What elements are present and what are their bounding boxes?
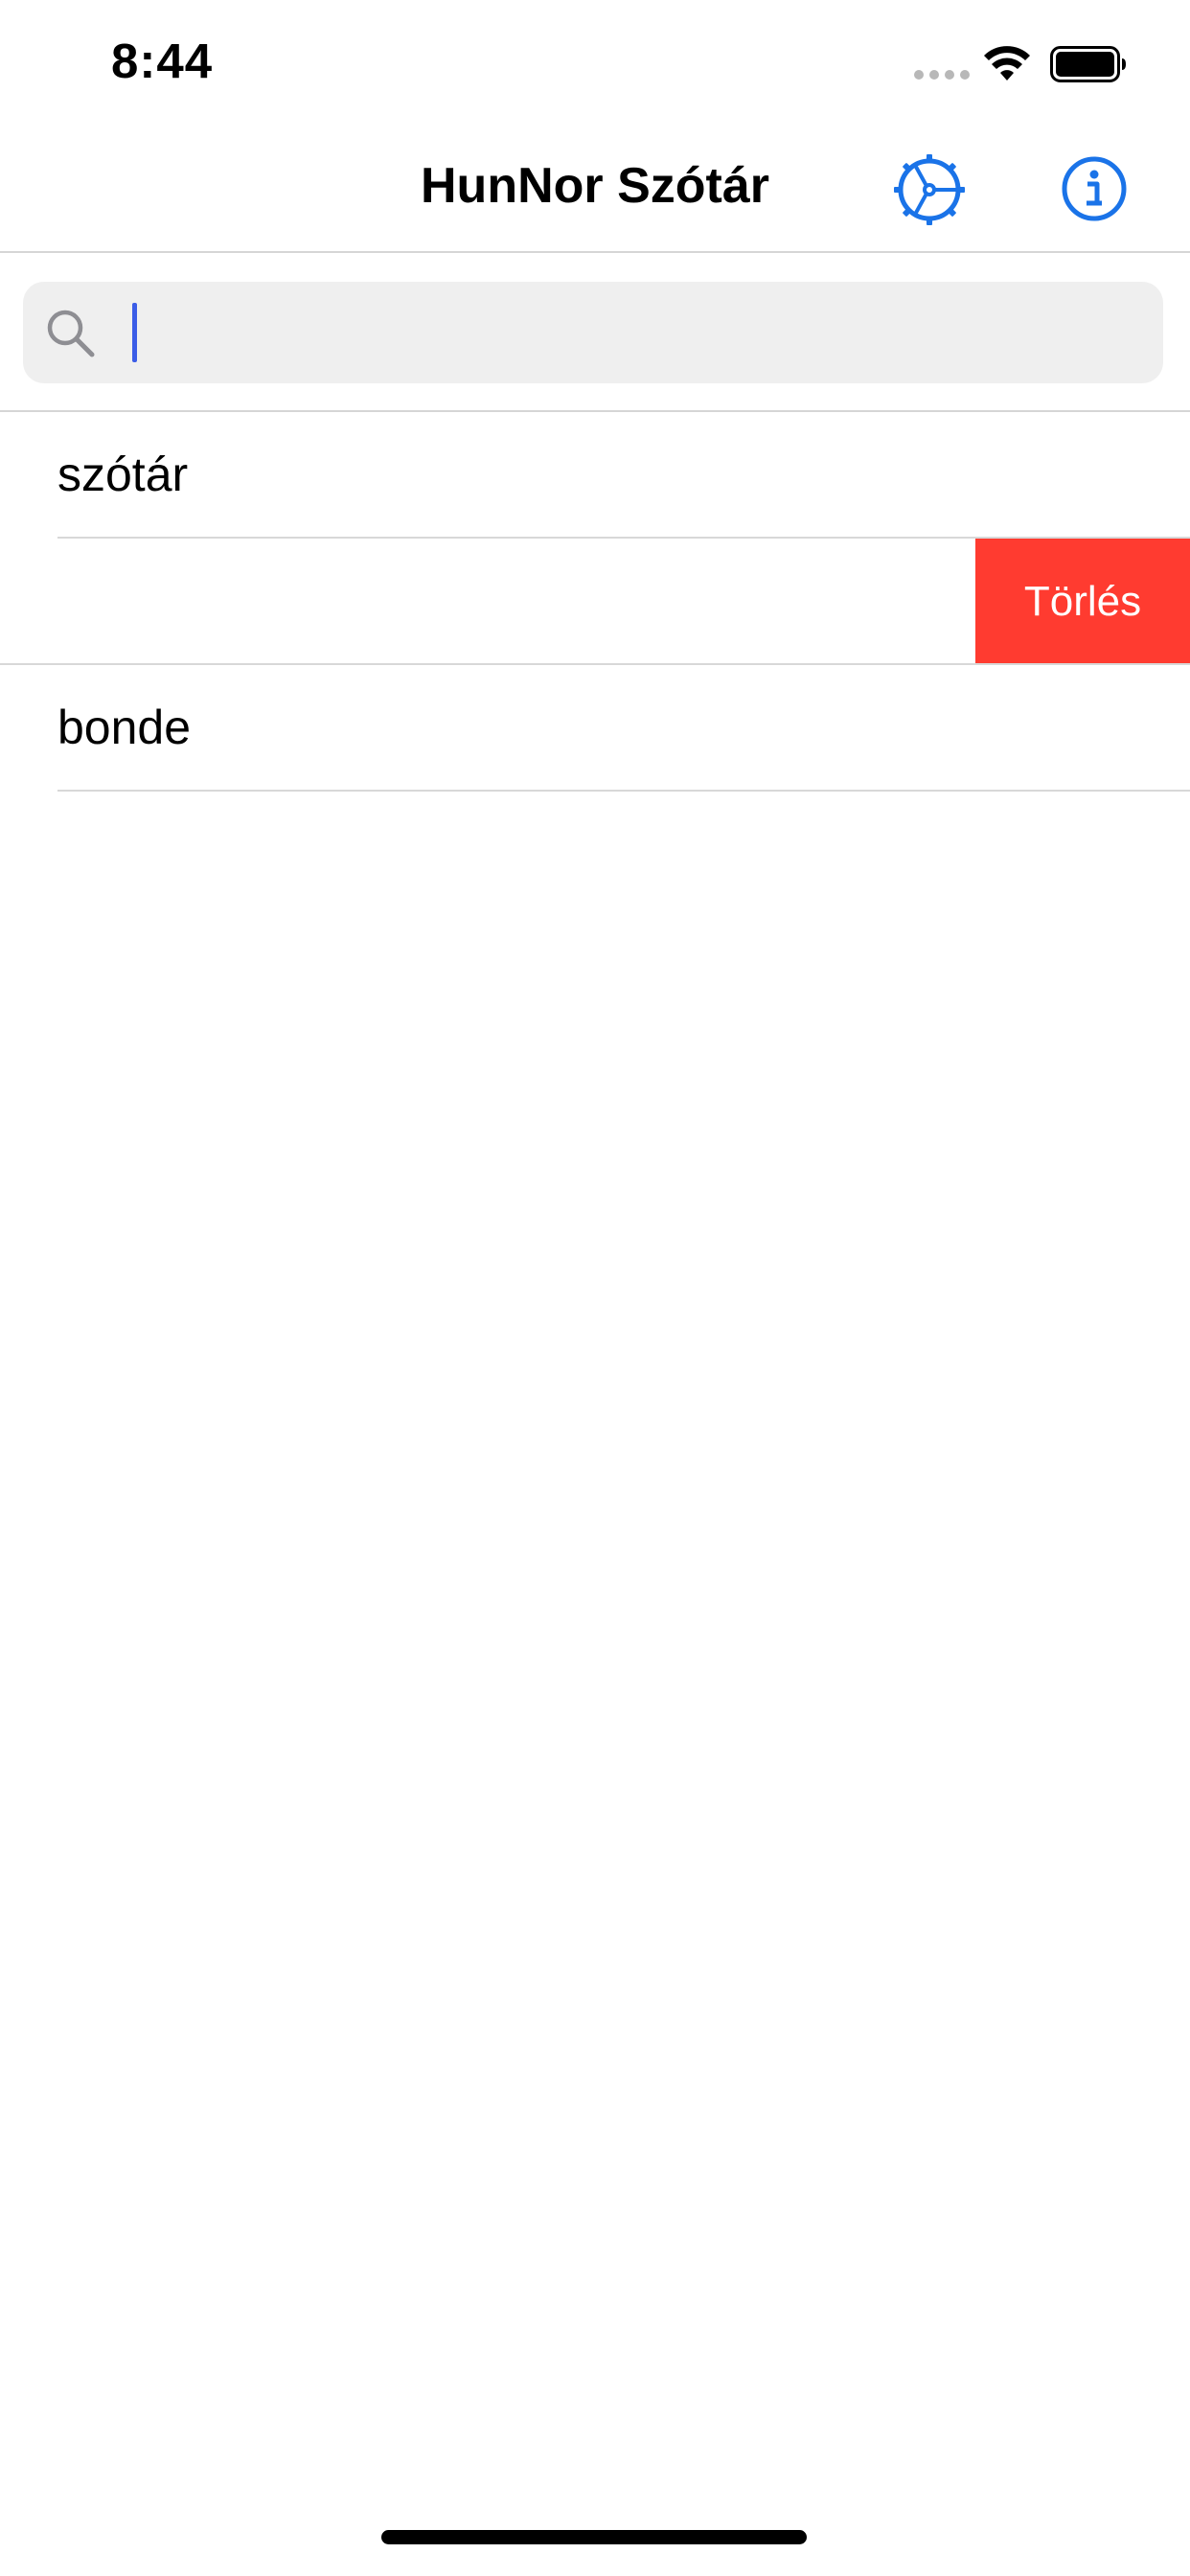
search-input[interactable] xyxy=(111,293,1167,370)
list-item[interactable]: bonde xyxy=(0,665,1190,792)
battery-icon xyxy=(1050,46,1126,82)
list-item-swiped[interactable]: Törlés xyxy=(0,539,1190,665)
search-icon xyxy=(47,310,95,357)
settings-gear-icon[interactable] xyxy=(893,153,966,226)
cellular-dots-icon xyxy=(914,70,970,80)
list-item-label: bonde xyxy=(57,701,192,754)
list-item[interactable]: szótár xyxy=(0,412,1190,539)
delete-button[interactable]: Törlés xyxy=(975,539,1190,665)
wifi-icon xyxy=(984,46,1030,80)
row-separator xyxy=(57,790,1190,792)
home-indicator[interactable] xyxy=(381,2530,807,2544)
status-bar: 8:44 xyxy=(0,0,1190,126)
info-icon[interactable] xyxy=(1061,155,1128,222)
history-list: szótár Törlés bonde xyxy=(0,412,1190,792)
page-title: HunNor Szótár xyxy=(421,158,769,214)
navigation-bar: HunNor Szótár xyxy=(0,126,1190,253)
search-field[interactable] xyxy=(23,282,1167,383)
list-item-label: szótár xyxy=(57,448,189,501)
search-bar xyxy=(0,253,1190,412)
status-time: 8:44 xyxy=(111,34,214,88)
text-cursor xyxy=(132,303,137,362)
